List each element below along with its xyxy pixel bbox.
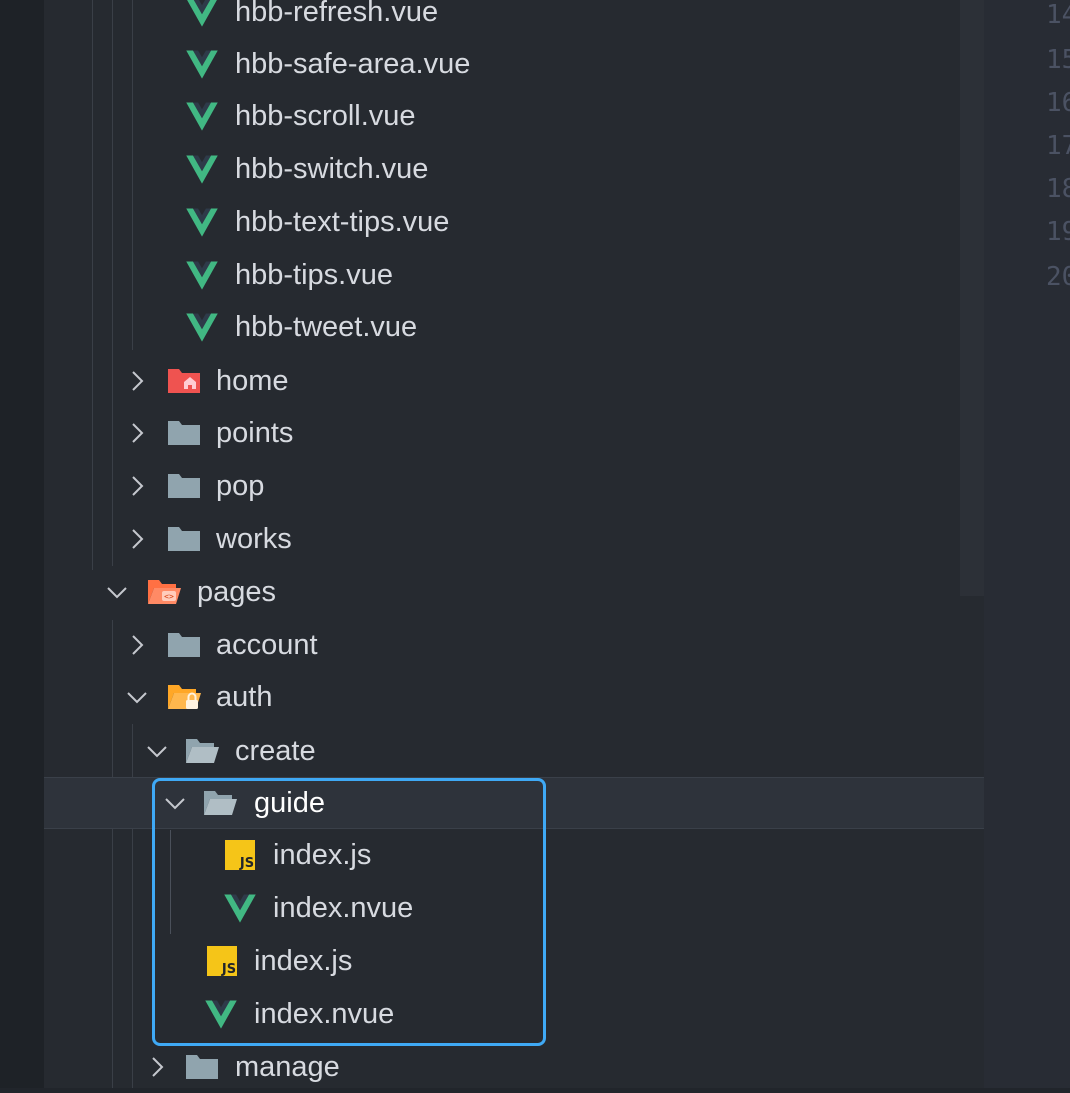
folder-icon xyxy=(186,1055,218,1079)
vue-icon xyxy=(186,313,218,342)
folder-icon xyxy=(168,474,200,498)
vue-icon xyxy=(186,155,218,184)
folder-icon xyxy=(168,421,200,445)
tree-item-folder-home[interactable]: home xyxy=(44,355,984,407)
tree-item-label: pages xyxy=(197,576,277,608)
tree-item-label: hbb-safe-area.vue xyxy=(235,48,471,80)
tree-item-folder-works[interactable]: works xyxy=(44,513,984,565)
tree-item-folder-manage[interactable]: manage xyxy=(44,1041,984,1093)
tree-item-file[interactable]: hbb-switch.vue xyxy=(44,143,984,195)
vue-icon xyxy=(186,261,218,290)
home-folder-icon xyxy=(168,369,200,393)
vue-icon xyxy=(186,102,218,131)
chevron-down-icon[interactable] xyxy=(144,738,170,764)
chevron-down-icon[interactable] xyxy=(104,579,130,605)
editor-gutter xyxy=(984,0,1070,1088)
chevron-right-icon[interactable] xyxy=(124,368,150,394)
folder-open-icon xyxy=(186,739,219,763)
chevron-right-icon[interactable] xyxy=(144,1054,170,1080)
line-number: 18 xyxy=(1046,174,1070,204)
folder-icon xyxy=(168,633,200,657)
tree-item-label: hbb-switch.vue xyxy=(235,153,429,185)
vue-icon xyxy=(186,50,218,79)
line-number: 15 xyxy=(1046,45,1070,75)
tree-item-folder-pages[interactable]: <> pages xyxy=(44,566,984,618)
folder-icon xyxy=(168,527,200,551)
tree-item-label: home xyxy=(216,365,289,397)
chevron-right-icon[interactable] xyxy=(124,420,150,446)
pages-folder-open-icon: <> xyxy=(148,580,181,604)
tree-item-label: works xyxy=(216,523,292,555)
tree-item-label: hbb-text-tips.vue xyxy=(235,206,450,238)
tree-item-label: points xyxy=(216,417,294,449)
activity-strip xyxy=(0,0,44,1088)
vue-icon xyxy=(186,208,218,237)
svg-text:<>: <> xyxy=(164,592,174,601)
chevron-right-icon[interactable] xyxy=(124,632,150,658)
tree-item-folder-auth[interactable]: auth xyxy=(44,671,984,723)
line-number: 17 xyxy=(1046,131,1070,161)
tree-item-label: hbb-tips.vue xyxy=(235,259,393,291)
tree-item-label: auth xyxy=(216,681,273,713)
vue-icon xyxy=(187,0,217,27)
chevron-down-icon[interactable] xyxy=(124,684,150,710)
tree-item-label: hbb-refresh.vue xyxy=(235,0,439,28)
tree-item-label: account xyxy=(216,629,318,661)
line-number: 20 xyxy=(1046,262,1070,292)
tree-item-label: manage xyxy=(235,1051,340,1083)
tree-item-folder-create[interactable]: create xyxy=(44,725,984,777)
tree-item-file[interactable]: hbb-tips.vue xyxy=(44,249,984,301)
line-number: 19 xyxy=(1046,217,1070,247)
chevron-right-icon[interactable] xyxy=(124,473,150,499)
tree-item-file[interactable]: hbb-tweet.vue xyxy=(44,301,984,353)
tree-item-label: hbb-scroll.vue xyxy=(235,100,416,132)
tree-item-file[interactable]: hbb-text-tips.vue xyxy=(44,196,984,248)
tree-item-file[interactable]: hbb-safe-area.vue xyxy=(44,38,984,90)
tree-item-folder-points[interactable]: points xyxy=(44,407,984,459)
line-number: 14 xyxy=(1046,0,1070,30)
tree-item-label: hbb-tweet.vue xyxy=(235,311,418,343)
tree-item-label: pop xyxy=(216,470,265,502)
tree-item-folder-pop[interactable]: pop xyxy=(44,460,984,512)
chevron-right-icon[interactable] xyxy=(124,526,150,552)
tree-item-file[interactable]: hbb-refresh.vue xyxy=(44,0,984,38)
tree-item-file[interactable]: hbb-scroll.vue xyxy=(44,90,984,142)
highlight-box xyxy=(152,778,546,1046)
tree-item-folder-account[interactable]: account xyxy=(44,619,984,671)
line-number: 16 xyxy=(1046,88,1070,118)
lock-folder-open-icon xyxy=(168,685,201,709)
tree-item-label: create xyxy=(235,735,316,767)
